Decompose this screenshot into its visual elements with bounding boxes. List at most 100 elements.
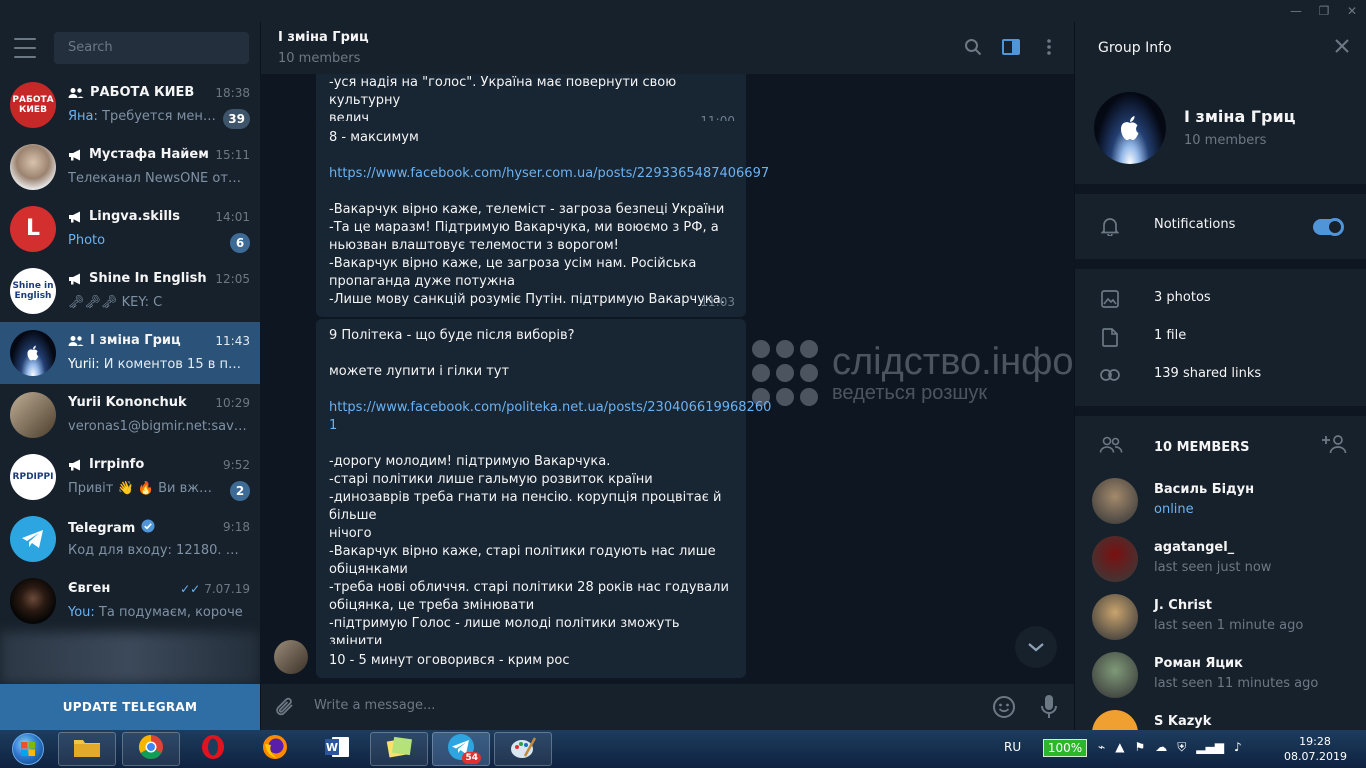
battery-plug-icon[interactable]: ⌁ xyxy=(1098,740,1105,755)
chat-name-text: Мустафа Найем xyxy=(89,147,209,162)
message-bubble[interactable]: 9 Політека - що буде після виборів? может… xyxy=(316,319,771,677)
composer: Write a message... xyxy=(260,684,1074,730)
language-indicator[interactable]: RU xyxy=(1004,740,1021,754)
restore-button[interactable]: ❐ xyxy=(1310,0,1338,22)
minimize-button[interactable]: — xyxy=(1282,0,1310,22)
member-row[interactable]: Роман Яцик last seen 11 minutes ago xyxy=(1075,649,1366,707)
explorer-icon xyxy=(72,735,102,763)
message-input[interactable]: Write a message... xyxy=(314,698,435,713)
chat-time-text: 10:29 xyxy=(215,396,250,410)
search-icon[interactable] xyxy=(962,36,984,58)
chat-name: Мустафа Найем xyxy=(68,147,209,162)
message-bubble[interactable]: 10 - 5 минут оговорився - крим рос xyxy=(316,644,746,678)
group-avatar[interactable] xyxy=(1094,92,1166,164)
shared-media-row[interactable]: 139 shared links xyxy=(1075,356,1366,394)
message-line: нічого xyxy=(329,526,372,541)
megaphone-icon xyxy=(69,273,80,284)
preview-text: Та подумаєм, короче xyxy=(94,605,243,620)
chat-avatar: L xyxy=(10,206,56,252)
chrome-icon xyxy=(138,734,164,764)
taskbar-app[interactable] xyxy=(370,732,428,766)
member-name: agatangel_ xyxy=(1154,540,1235,555)
network-icon[interactable]: ☁ xyxy=(1155,740,1167,755)
flag-icon[interactable]: ⚑ xyxy=(1134,740,1145,755)
message-link[interactable]: https://www.facebook.com/hyser.com.ua/po… xyxy=(329,165,769,183)
message-area[interactable]: слідство.інфо ведеться розшук -уся надія… xyxy=(260,74,1074,684)
chat-time-text: 9:52 xyxy=(223,458,250,472)
bell-icon xyxy=(1099,215,1121,237)
shared-media-row[interactable]: 3 photos xyxy=(1075,280,1366,318)
chat-avatar xyxy=(10,144,56,190)
shared-media-row[interactable]: 1 file xyxy=(1075,318,1366,356)
battery-indicator[interactable]: 100% xyxy=(1043,739,1087,757)
blurred-chat-item[interactable] xyxy=(0,632,260,684)
update-telegram-button[interactable]: UPDATE TELEGRAM xyxy=(0,684,260,730)
sidebar-top: Search xyxy=(0,22,260,74)
menu-icon[interactable] xyxy=(14,38,36,58)
sidebar-toggle-icon[interactable] xyxy=(1000,36,1022,58)
chat-name-text: Євген xyxy=(68,581,111,596)
member-row[interactable]: S Kazyk xyxy=(1075,707,1366,730)
taskbar-app[interactable]: W xyxy=(308,732,366,766)
preview-text: Photo xyxy=(68,233,106,248)
taskbar-app[interactable] xyxy=(122,732,180,766)
scroll-down-button[interactable] xyxy=(1015,626,1057,668)
chat-list-item[interactable]: L Lingva.skills 14:01 Photo 6 xyxy=(0,198,260,260)
message-link[interactable]: https://www.facebook.com/politeka.net.ua… xyxy=(329,399,771,417)
attach-icon[interactable] xyxy=(274,695,296,723)
add-member-icon[interactable] xyxy=(1322,434,1348,458)
volume-icon[interactable]: ♪ xyxy=(1234,740,1242,755)
security-icon[interactable]: ⛨ xyxy=(1177,740,1186,755)
notifications-toggle[interactable] xyxy=(1313,218,1344,236)
unread-badge: 6 xyxy=(230,233,250,253)
chat-time: 9:18 xyxy=(223,520,250,534)
telegram-window: — ❐ ✕ Search РАБОТА КИЕВ РАБОТА КИЕВ 18:38… xyxy=(0,0,1366,730)
message-line: ньюзван влаштовує телемости з ворогом! xyxy=(329,238,619,253)
notifications-row[interactable]: Notifications xyxy=(1075,207,1366,245)
signal-icon[interactable]: ▂▄▆ xyxy=(1196,740,1224,755)
chat-list-item[interactable]: РАБОТА КИЕВ РАБОТА КИЕВ 18:38 Яна: Требуетс… xyxy=(0,74,260,136)
message-bubble[interactable]: 8 - максимум https://www.facebook.com/hys… xyxy=(316,121,769,317)
close-icon[interactable] xyxy=(1334,38,1350,58)
member-row[interactable]: Василь Бідун online xyxy=(1075,475,1366,533)
taskbar-app[interactable] xyxy=(246,732,304,766)
chat-time-text: 12:05 xyxy=(215,272,250,286)
chat-list-item[interactable]: І зміна Гриц 11:43 Yurii: И коментов 15 в … xyxy=(0,322,260,384)
chat-list-item[interactable]: Telegram 9:18 Код для входу: 12180. Не по.… xyxy=(0,508,260,570)
search-input[interactable]: Search xyxy=(54,32,249,64)
chat-list-item[interactable]: Shine in English Shine In English 12:05 🗝🗝🗝… xyxy=(0,260,260,322)
taskbar-app[interactable] xyxy=(184,732,242,766)
message-time: 11:03 xyxy=(700,295,735,309)
preview-sender: Yurii: xyxy=(68,357,100,372)
notifications-label: Notifications xyxy=(1154,217,1236,232)
chat-list-item[interactable]: Євген ✓✓ 7.07.19 You: Та подумаєм, короче xyxy=(0,570,260,632)
chat-time-text: 11:43 xyxy=(215,334,250,348)
close-window-button[interactable]: ✕ xyxy=(1338,0,1366,22)
microphone-icon[interactable] xyxy=(1040,694,1058,724)
chat-time: 9:52 xyxy=(223,458,250,472)
taskbar-app[interactable]: 54 xyxy=(432,732,490,766)
member-row[interactable]: J. Christ last seen 1 minute ago xyxy=(1075,591,1366,649)
message-line xyxy=(329,435,733,453)
taskbar-app[interactable] xyxy=(494,732,552,766)
panel-title: Group Info xyxy=(1098,40,1172,56)
clock[interactable]: 19:28 08.07.2019 xyxy=(1284,734,1347,764)
chat-name: Telegram xyxy=(68,519,155,537)
taskbar-app[interactable] xyxy=(58,732,116,766)
clock-time: 19:28 xyxy=(1299,735,1331,748)
svg-text:W: W xyxy=(326,741,338,754)
preview-text: Требуется менедж... xyxy=(102,109,218,124)
preview-text: Привіт 👋 🔥 Ви вже ч... xyxy=(68,481,218,496)
tray-expand-icon[interactable]: ▲ xyxy=(1115,740,1124,755)
chat-list-item[interactable]: Yurii Kononchuk 10:29 veronas1@bigmir.net:… xyxy=(0,384,260,446)
more-vertical-icon[interactable] xyxy=(1038,36,1060,58)
sender-avatar[interactable] xyxy=(274,640,308,674)
start-button[interactable] xyxy=(4,731,52,767)
chat-avatar: Shine in English xyxy=(10,268,56,314)
member-status: last seen 1 minute ago xyxy=(1154,618,1304,633)
chat-list-item[interactable]: RPDIPPI Irrpinfo 9:52 Привіт 👋 🔥 Ви вже ч..… xyxy=(0,446,260,508)
chat-list-item[interactable]: Мустафа Найем 15:11 Телеканал NewsONE отме… xyxy=(0,136,260,198)
chat-title[interactable]: І зміна Гриц xyxy=(278,30,369,45)
emoji-icon[interactable] xyxy=(992,695,1016,723)
member-row[interactable]: agatangel_ last seen just now xyxy=(1075,533,1366,591)
